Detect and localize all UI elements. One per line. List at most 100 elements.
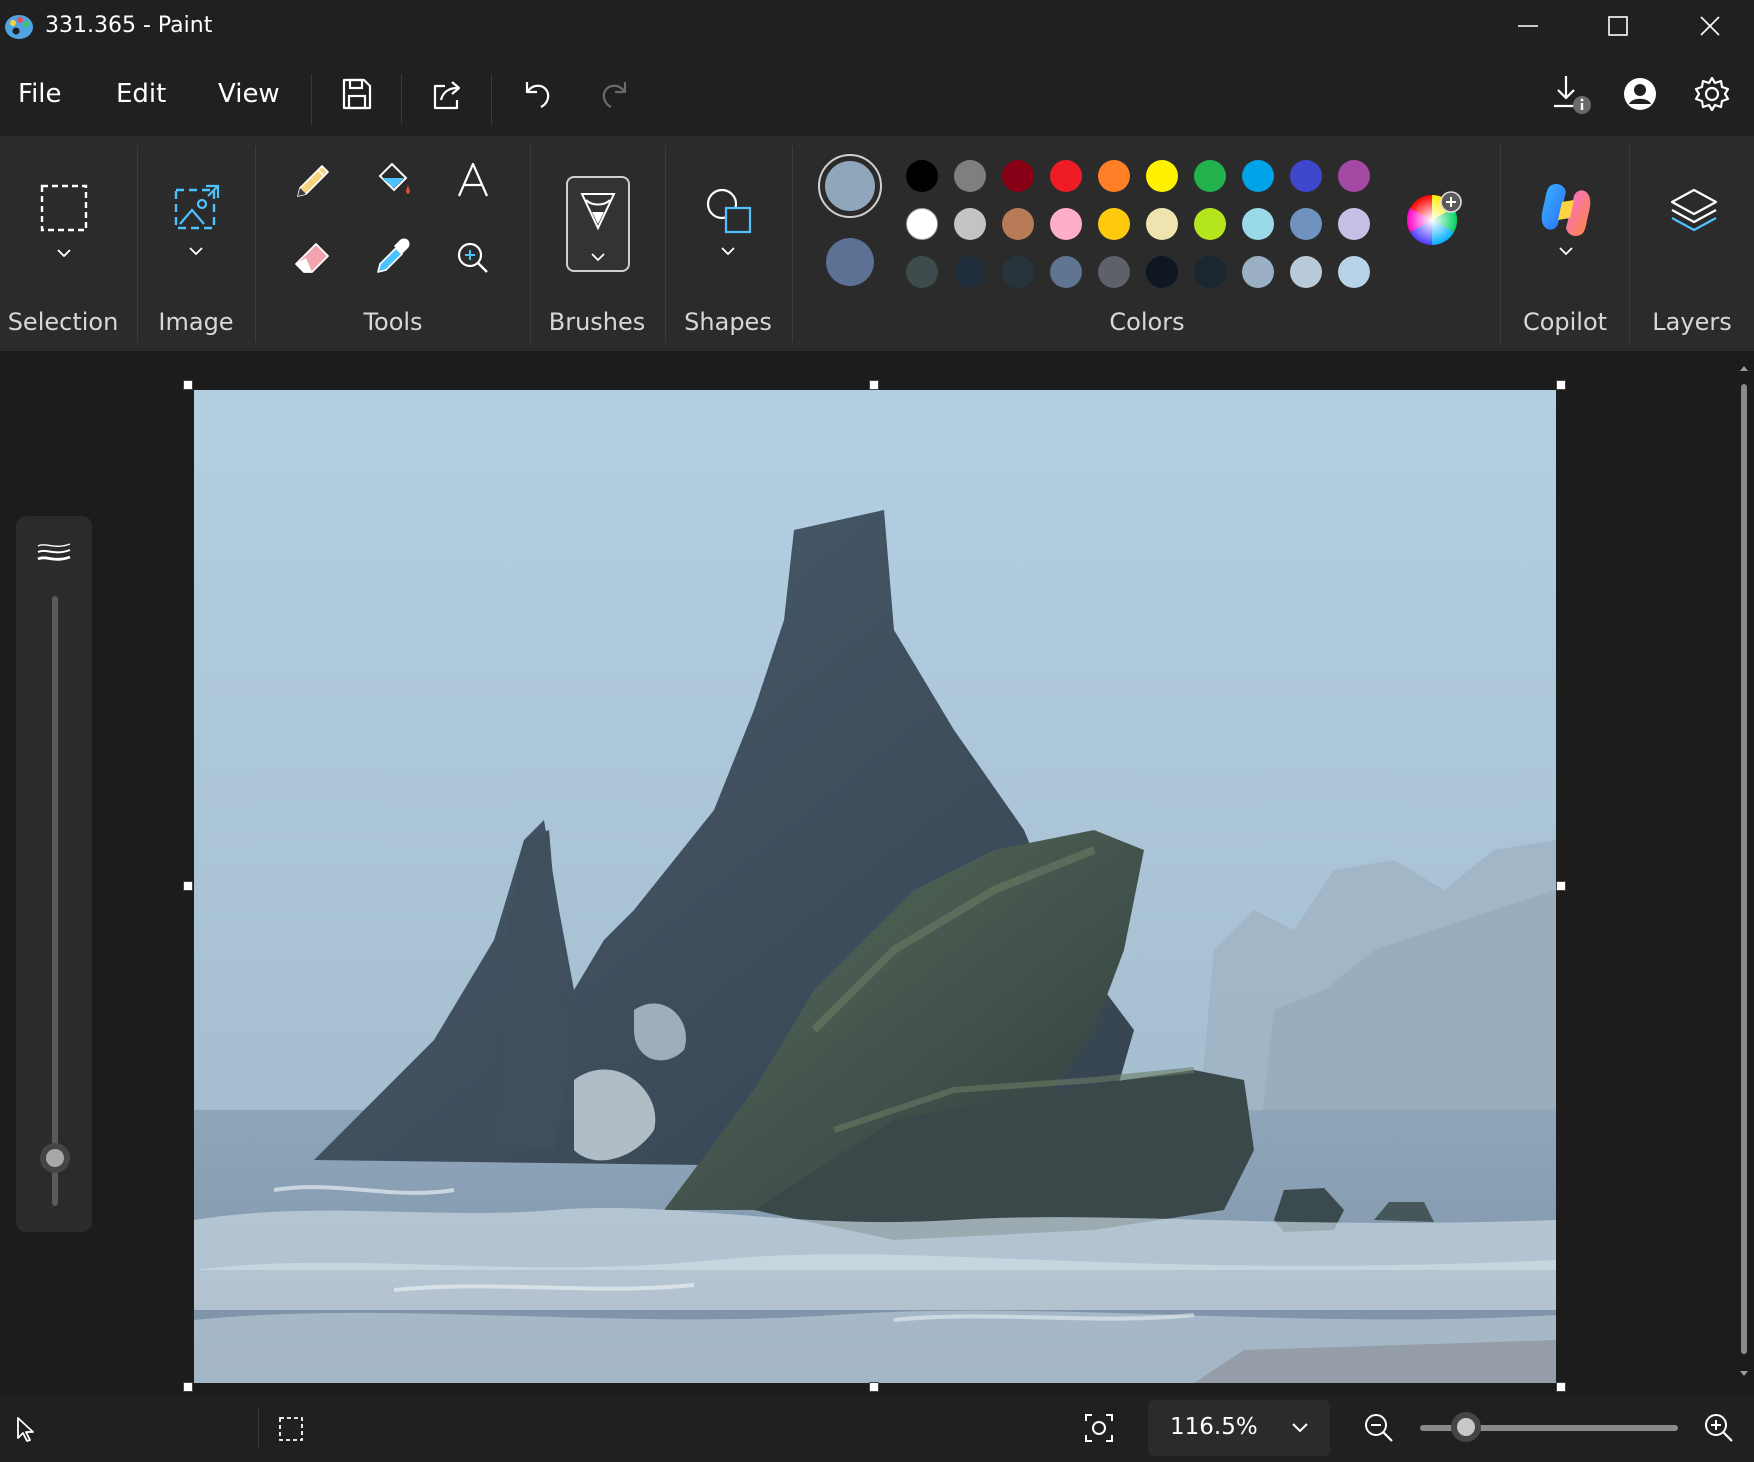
share-icon[interactable] xyxy=(425,72,469,116)
brush-size-panel xyxy=(16,516,92,1232)
group-label-shapes: Shapes xyxy=(684,308,772,336)
image-edit-icon xyxy=(174,184,220,230)
zoom-slider-thumb[interactable] xyxy=(1451,1412,1482,1442)
shapes-icon xyxy=(706,188,752,234)
eraser-icon[interactable] xyxy=(284,230,340,286)
color-swatch[interactable] xyxy=(1290,208,1322,240)
color-swatch[interactable] xyxy=(1290,160,1322,192)
color-swatch[interactable] xyxy=(1002,160,1034,192)
color-swatch[interactable] xyxy=(1242,256,1274,288)
group-label-brushes: Brushes xyxy=(548,308,646,336)
chevron-down-icon xyxy=(721,247,735,256)
resize-handle[interactable] xyxy=(183,1382,193,1392)
ribbon-divider xyxy=(1500,146,1501,342)
menu-view[interactable]: View xyxy=(218,79,280,109)
resize-handle[interactable] xyxy=(1556,881,1566,891)
color-swatch[interactable] xyxy=(906,208,938,240)
settings-icon[interactable] xyxy=(1690,72,1734,116)
fit-screen-icon[interactable] xyxy=(1082,1411,1116,1445)
brush-size-track[interactable] xyxy=(52,596,58,1206)
menu-file[interactable]: File xyxy=(18,79,62,109)
zoom-value: 116.5% xyxy=(1170,1414,1258,1440)
group-label-layers: Layers xyxy=(1652,308,1732,336)
color-swatch[interactable] xyxy=(906,256,938,288)
copilot-button[interactable] xyxy=(1528,172,1604,282)
primary-color[interactable] xyxy=(818,154,882,218)
close-icon xyxy=(1700,16,1720,36)
color-swatch[interactable] xyxy=(1050,160,1082,192)
color-picker-icon[interactable] xyxy=(364,230,420,286)
color-swatch[interactable] xyxy=(1194,160,1226,192)
title-bar: 331.365 - Paint xyxy=(0,0,1754,52)
color-swatch[interactable] xyxy=(954,208,986,240)
vertical-scrollbar[interactable] xyxy=(1738,362,1750,1384)
magnifier-icon[interactable] xyxy=(445,230,501,286)
zoom-in-icon[interactable] xyxy=(1702,1411,1736,1445)
resize-handle[interactable] xyxy=(183,881,193,891)
color-swatch[interactable] xyxy=(1194,208,1226,240)
color-swatch[interactable] xyxy=(1338,208,1370,240)
color-swatch[interactable] xyxy=(1050,208,1082,240)
ribbon-divider xyxy=(792,146,793,342)
rectangle-select-icon xyxy=(40,184,88,232)
fill-icon[interactable] xyxy=(364,154,420,210)
undo-icon[interactable] xyxy=(515,72,559,116)
scroll-down-icon[interactable] xyxy=(1738,1368,1750,1380)
text-icon[interactable] xyxy=(445,154,501,210)
color-swatch[interactable] xyxy=(1146,208,1178,240)
download-info-icon[interactable] xyxy=(1548,72,1592,116)
resize-handle[interactable] xyxy=(1556,1382,1566,1392)
shapes-button[interactable] xyxy=(690,172,766,282)
color-swatch[interactable] xyxy=(1098,208,1130,240)
menu-edit[interactable]: Edit xyxy=(116,79,166,109)
chevron-down-icon xyxy=(1292,1423,1308,1433)
redo-icon[interactable] xyxy=(593,72,637,116)
landscape-painting xyxy=(194,390,1556,1383)
color-swatch[interactable] xyxy=(1002,256,1034,288)
color-swatch[interactable] xyxy=(1146,160,1178,192)
close-button[interactable] xyxy=(1670,0,1750,52)
secondary-color[interactable] xyxy=(826,238,874,286)
chevron-down-icon xyxy=(189,247,203,256)
color-swatch[interactable] xyxy=(906,160,938,192)
selection-button[interactable] xyxy=(20,166,108,286)
color-swatch[interactable] xyxy=(954,256,986,288)
color-swatch[interactable] xyxy=(1338,160,1370,192)
color-swatch[interactable] xyxy=(1146,256,1178,288)
drawing-canvas[interactable] xyxy=(194,390,1556,1383)
color-swatch[interactable] xyxy=(1002,208,1034,240)
scroll-up-icon[interactable] xyxy=(1738,362,1750,374)
copilot-icon xyxy=(1541,184,1591,236)
zoom-out-icon[interactable] xyxy=(1362,1411,1396,1445)
color-swatch[interactable] xyxy=(1338,256,1370,288)
resize-handle[interactable] xyxy=(869,1382,879,1392)
color-swatch[interactable] xyxy=(1098,160,1130,192)
zoom-dropdown[interactable]: 116.5% xyxy=(1148,1400,1330,1456)
brushes-button[interactable] xyxy=(566,176,630,272)
maximize-button[interactable] xyxy=(1578,0,1658,52)
brush-size-thumb[interactable] xyxy=(40,1143,70,1173)
color-swatch[interactable] xyxy=(1242,208,1274,240)
resize-handle[interactable] xyxy=(1556,380,1566,390)
save-icon[interactable] xyxy=(334,72,378,116)
layers-icon[interactable] xyxy=(1664,182,1724,242)
edit-colors-icon[interactable] xyxy=(1404,190,1464,250)
color-swatch[interactable] xyxy=(954,160,986,192)
chevron-down-icon xyxy=(57,249,71,258)
minimize-icon xyxy=(1518,25,1538,27)
resize-handle[interactable] xyxy=(869,380,879,390)
account-icon[interactable] xyxy=(1618,72,1662,116)
image-button[interactable] xyxy=(152,166,240,286)
color-swatch[interactable] xyxy=(1194,256,1226,288)
color-swatch[interactable] xyxy=(1290,256,1322,288)
brush-size-icon xyxy=(37,543,71,561)
color-swatch[interactable] xyxy=(1242,160,1274,192)
scrollbar-thumb[interactable] xyxy=(1741,384,1747,1354)
resize-handle[interactable] xyxy=(183,380,193,390)
menu-divider xyxy=(491,74,492,124)
pencil-icon[interactable] xyxy=(284,154,340,210)
color-swatch[interactable] xyxy=(1050,256,1082,288)
color-swatch[interactable] xyxy=(1098,256,1130,288)
maximize-icon xyxy=(1608,16,1628,36)
minimize-button[interactable] xyxy=(1488,0,1568,52)
